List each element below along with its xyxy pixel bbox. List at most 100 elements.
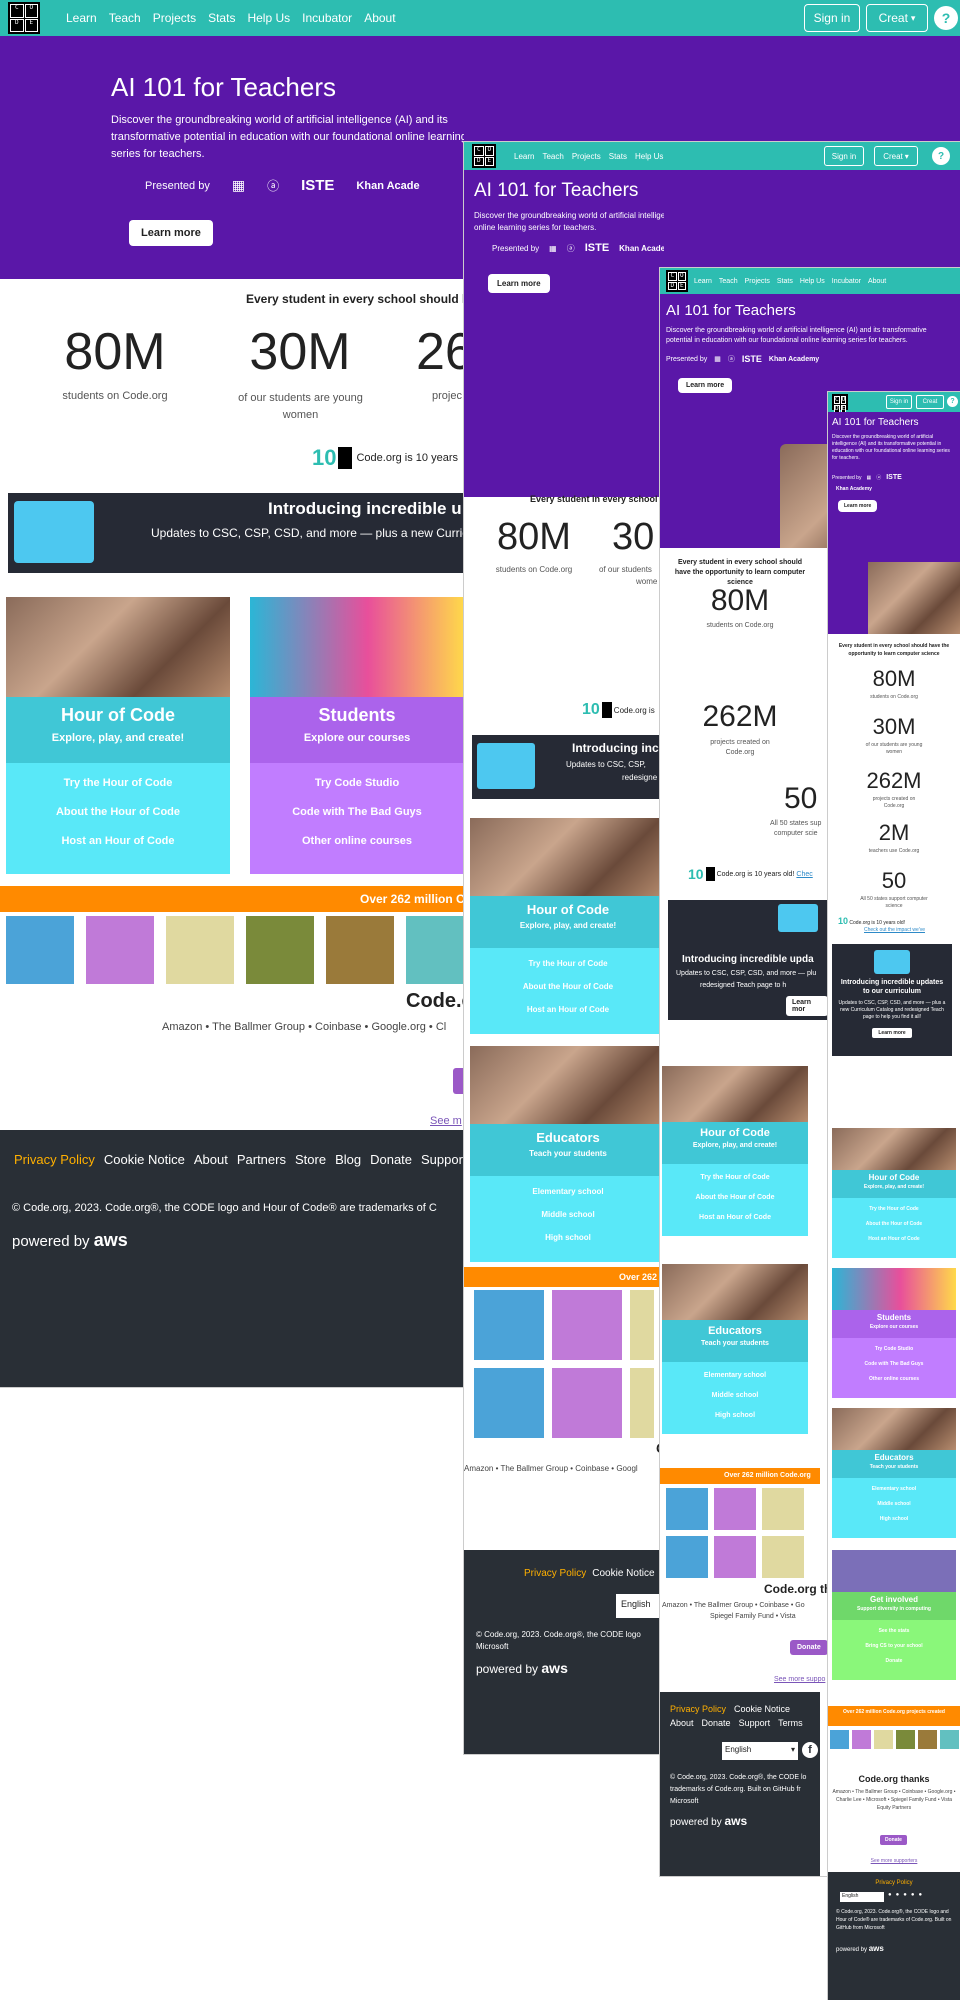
link-high[interactable]: High school [832, 1512, 956, 1527]
hero-learn-more-button[interactable]: Learn more [678, 378, 733, 393]
link-other-courses[interactable]: Other online courses [832, 1372, 956, 1387]
footer-cookie[interactable]: Cookie Notice [734, 1704, 790, 1714]
project-thumb[interactable] [714, 1488, 756, 1530]
nav-stats[interactable]: Stats [208, 11, 235, 25]
link-high[interactable]: High school [470, 1226, 666, 1249]
link-about-hour-of-code[interactable]: About the Hour of Code [470, 975, 666, 998]
nav-learn[interactable]: Learn [694, 278, 712, 285]
link-donate[interactable]: Donate [832, 1654, 956, 1669]
project-thumb[interactable] [762, 1488, 804, 1530]
nav-stats[interactable]: Stats [777, 278, 793, 285]
nav-about[interactable]: About [868, 278, 886, 285]
footer-cookie[interactable]: Cookie Notice [592, 1568, 654, 1579]
link-middle[interactable]: Middle school [470, 1203, 666, 1226]
link-host-hour-of-code[interactable]: Host an Hour of Code [6, 827, 230, 856]
project-thumb[interactable] [86, 916, 154, 984]
link-middle[interactable]: Middle school [662, 1386, 808, 1406]
link-host-hour-of-code[interactable]: Host an Hour of Code [470, 998, 666, 1021]
project-thumb[interactable] [474, 1290, 544, 1360]
language-select[interactable]: English [840, 1892, 884, 1902]
footer-privacy[interactable]: Privacy Policy [828, 1880, 960, 1886]
footer-blog[interactable]: Blog [335, 1152, 361, 1167]
footer-about[interactable]: About [194, 1152, 228, 1167]
project-thumb[interactable] [406, 916, 464, 984]
link-try-hour-of-code[interactable]: Try the Hour of Code [6, 769, 230, 798]
project-thumb[interactable] [326, 916, 394, 984]
nav-projects[interactable]: Projects [572, 152, 601, 161]
link-see-stats[interactable]: See the stats [832, 1624, 956, 1639]
link-host-hour-of-code[interactable]: Host an Hour of Code [662, 1208, 808, 1228]
link-about-hour-of-code[interactable]: About the Hour of Code [832, 1217, 956, 1232]
signin-button[interactable]: Sign in [824, 146, 864, 166]
see-more-link[interactable]: See more suppo [774, 1676, 825, 1683]
link-bad-guys[interactable]: Code with The Bad Guys [832, 1357, 956, 1372]
nav-projects[interactable]: Projects [153, 11, 196, 25]
project-thumb[interactable] [874, 1730, 893, 1749]
nav-learn[interactable]: Learn [514, 152, 534, 161]
footer-donate[interactable]: Donate [702, 1718, 731, 1728]
project-thumb[interactable] [474, 1368, 544, 1438]
footer-support[interactable]: Support [739, 1718, 771, 1728]
project-thumb[interactable] [666, 1488, 708, 1530]
link-high[interactable]: High school [662, 1406, 808, 1426]
footer-partners[interactable]: Partners [237, 1152, 286, 1167]
project-thumb[interactable] [762, 1536, 804, 1578]
link-about-hour-of-code[interactable]: About the Hour of Code [662, 1188, 808, 1208]
nav-help-us[interactable]: Help Us [635, 152, 663, 161]
check-impact-link[interactable]: Chec [796, 871, 812, 878]
project-thumb[interactable] [630, 1368, 654, 1438]
link-try-code-studio[interactable]: Try Code Studio [832, 1342, 956, 1357]
footer-terms[interactable]: Terms [778, 1718, 803, 1728]
project-thumb[interactable] [714, 1536, 756, 1578]
youtube-icon[interactable]: ● [903, 1892, 907, 1898]
create-dropdown[interactable]: Creat ▾ [866, 4, 928, 32]
language-select[interactable]: English [616, 1594, 664, 1618]
nav-help-us[interactable]: Help Us [247, 11, 290, 25]
code-logo[interactable]: CODE [832, 394, 848, 413]
project-thumb[interactable] [552, 1290, 622, 1360]
project-thumb[interactable] [830, 1730, 849, 1749]
instagram-icon[interactable]: ● [911, 1892, 915, 1898]
link-try-hour-of-code[interactable]: Try the Hour of Code [470, 952, 666, 975]
signin-button[interactable]: Sign in [804, 4, 860, 32]
link-other-courses[interactable]: Other online courses [250, 827, 464, 856]
project-thumb[interactable] [940, 1730, 959, 1749]
nav-help-us[interactable]: Help Us [800, 278, 825, 285]
project-thumb[interactable] [552, 1368, 622, 1438]
donate-button[interactable] [453, 1068, 464, 1094]
nav-incubator[interactable]: Incubator [832, 278, 861, 285]
create-dropdown[interactable]: Creat ▾ [874, 146, 918, 166]
footer-store[interactable]: Store [295, 1152, 326, 1167]
project-thumb[interactable] [6, 916, 74, 984]
project-thumb[interactable] [666, 1536, 708, 1578]
curriculum-learn-more-button[interactable]: Learn more [872, 1028, 912, 1038]
hero-learn-more-button[interactable]: Learn more [838, 500, 878, 512]
help-icon[interactable]: ? [947, 396, 958, 407]
project-thumb[interactable] [246, 916, 314, 984]
link-middle[interactable]: Middle school [832, 1497, 956, 1512]
link-elementary[interactable]: Elementary school [470, 1180, 666, 1203]
code-logo[interactable]: CODE [666, 270, 688, 292]
footer-privacy[interactable]: Privacy Policy [524, 1568, 586, 1579]
footer-privacy[interactable]: Privacy Policy [670, 1704, 726, 1714]
facebook-icon[interactable]: ● [888, 1892, 892, 1898]
nav-incubator[interactable]: Incubator [302, 11, 352, 25]
code-logo[interactable]: CODE [472, 144, 496, 168]
check-impact-link[interactable]: Check out the impact we've [864, 927, 925, 934]
footer-donate[interactable]: Donate [370, 1152, 412, 1167]
nav-projects[interactable]: Projects [745, 278, 770, 285]
help-icon[interactable]: ? [932, 147, 950, 165]
link-try-code-studio[interactable]: Try Code Studio [250, 769, 464, 798]
link-elementary[interactable]: Elementary school [662, 1366, 808, 1386]
nav-about[interactable]: About [364, 11, 395, 25]
nav-stats[interactable]: Stats [609, 152, 627, 161]
link-try-hour-of-code[interactable]: Try the Hour of Code [662, 1168, 808, 1188]
nav-teach[interactable]: Teach [719, 278, 738, 285]
see-more-link[interactable]: See m [430, 1115, 462, 1127]
footer-privacy[interactable]: Privacy Policy [14, 1152, 95, 1167]
project-thumb[interactable] [852, 1730, 871, 1749]
curriculum-learn-more-button[interactable]: Learn mor [786, 996, 828, 1016]
signin-button[interactable]: Sign in [886, 395, 912, 409]
language-select[interactable]: English ▾ [722, 1742, 798, 1760]
facebook-icon[interactable]: f [802, 1742, 818, 1758]
